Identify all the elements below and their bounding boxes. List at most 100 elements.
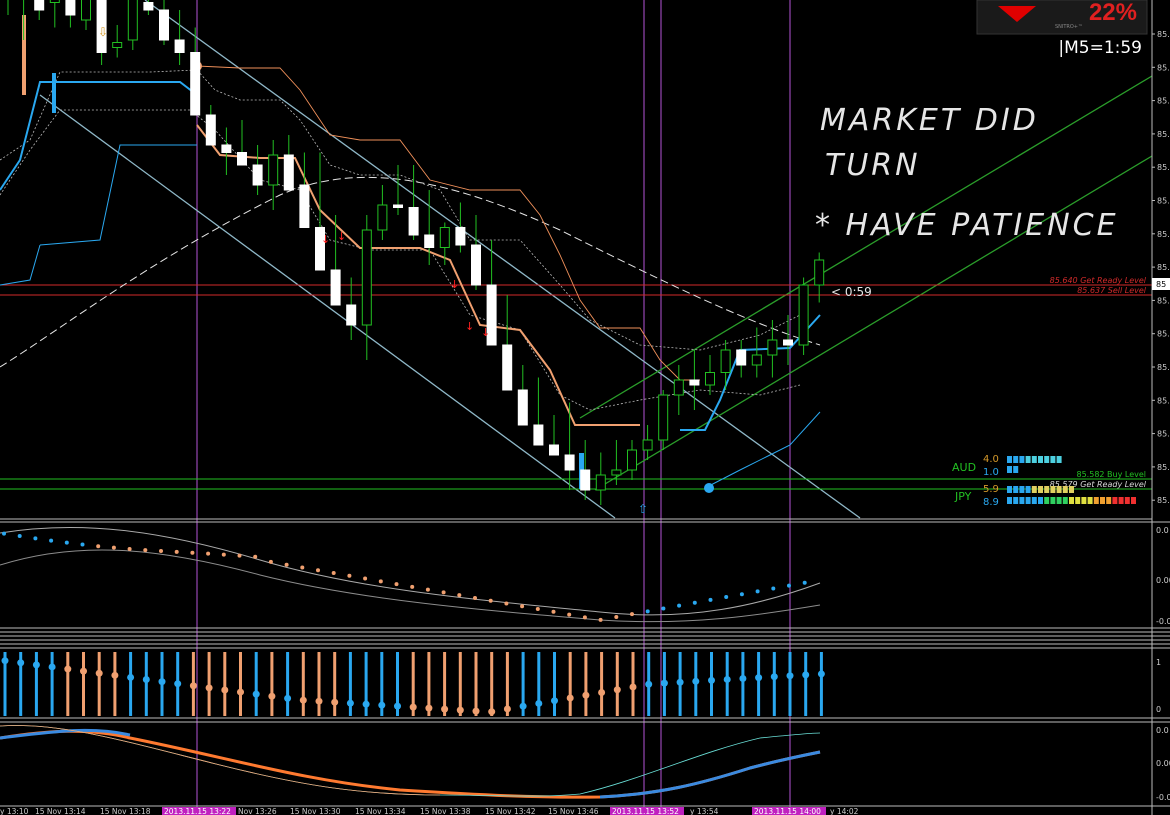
strength-cell (1038, 456, 1043, 463)
candle-body (689, 379, 700, 386)
histogram-dot (346, 699, 354, 707)
sell-arrow-icon: ↓ (450, 278, 459, 291)
histogram-dot (17, 659, 25, 667)
candle-body (720, 349, 731, 373)
oscillator-dot (2, 531, 6, 536)
candle-body (252, 164, 263, 186)
strength-cell (1044, 486, 1050, 493)
strength-cell (1056, 497, 1062, 504)
candle-body (517, 389, 528, 426)
histogram-dot (676, 678, 684, 686)
time-label: y 13:54 (690, 807, 719, 815)
oscillator-dot (64, 540, 69, 545)
candle-body (533, 424, 544, 446)
oscillator-dot (787, 583, 791, 588)
strength-cell (1031, 486, 1037, 493)
candle-body (49, 0, 60, 3)
oscillator-dot (159, 549, 163, 554)
histogram-dot (205, 684, 213, 692)
strength-cell (1075, 497, 1081, 504)
strength-value: 4.0 (983, 454, 999, 465)
candle-body (658, 394, 669, 441)
price-axis-label: 85. (1157, 30, 1170, 39)
oscillator-dot (677, 603, 682, 608)
candle-body (377, 204, 388, 231)
strength-cell (1062, 486, 1068, 493)
strength-cell (1069, 486, 1074, 493)
oscillator-dot (127, 546, 132, 551)
price-axis-label: 85. (1157, 363, 1170, 372)
candle-body (34, 0, 45, 11)
signal-badge: 22% SNITRO+™ (976, 0, 1148, 35)
price-axis-label: 85. (1157, 197, 1170, 206)
strength-cell (1013, 466, 1019, 473)
time-marker-label: 2013.11.15 14:00 (754, 807, 821, 815)
strength-cell (1044, 497, 1050, 504)
candle-body (159, 9, 169, 41)
strength-cell (1124, 497, 1130, 504)
oscillator-panel: 0.0 0.00 -0.0 (0, 526, 1170, 626)
candle-body (408, 207, 419, 236)
macd-line-blue-2 (599, 750, 821, 799)
candle-body (268, 154, 279, 186)
histogram-dot (284, 694, 292, 702)
strength-cell (1044, 456, 1050, 463)
candle-body (346, 304, 357, 326)
histogram-dot (472, 707, 480, 715)
histogram-dot (64, 665, 72, 673)
oscillator-dot (190, 550, 195, 555)
strength-cell (1019, 456, 1025, 463)
candle-body (627, 449, 637, 471)
strength-cell (1069, 497, 1074, 504)
histogram-dot (189, 682, 197, 690)
strength-cell (1100, 497, 1105, 504)
oscillator-dot (614, 615, 619, 620)
oscillator-dot (268, 559, 273, 564)
histogram-dot (723, 675, 731, 683)
trading-chart: ⇩ ⇧ ↓ ↓ ↓ ↓ ↓ 85.640 Get Ready Level 85.… (0, 0, 1170, 815)
oscillator-slow-line (0, 549, 821, 623)
sell-arrow-icon: ↓ (337, 230, 346, 243)
oscillator-dot (630, 612, 634, 617)
candle-body (439, 227, 450, 248)
time-label: 15 Nov 13:34 (355, 807, 406, 815)
oscillator-dot (724, 595, 729, 600)
histogram-dot (237, 688, 244, 696)
current-price-tag-text: 85 (1156, 280, 1166, 289)
strength-cell (1019, 486, 1025, 493)
osc-axis-label: 0.00 (1156, 576, 1170, 585)
oscillator-dot (96, 544, 101, 549)
oscillator-dot (206, 551, 211, 556)
candle-body (205, 114, 216, 146)
time-axis: y 13:10 15 Nov 13:14 15 Nov 13:18 2013.1… (0, 807, 859, 815)
macd-axis-label: 0.0 (1156, 726, 1169, 735)
time-label: 15 Nov 13:18 (100, 807, 151, 815)
histogram-dot (692, 677, 700, 685)
oscillator-dot (111, 545, 116, 550)
macd-signal-line-orange (0, 725, 441, 796)
strength-cell (1038, 497, 1043, 504)
candle-body (65, 0, 76, 16)
histogram-dot (535, 699, 543, 707)
strength-cell (1112, 497, 1118, 504)
histogram-dot (409, 703, 417, 711)
strength-cell (1093, 497, 1099, 504)
oscillator-dot (17, 534, 22, 539)
strength-cell (1025, 497, 1031, 504)
hist-axis-label: 0 (1156, 705, 1161, 714)
level-label: 85.582 Buy Level (1077, 470, 1147, 479)
time-label: 15 Nov 13:38 (420, 807, 471, 815)
oscillator-dot (174, 549, 179, 554)
candle-body (673, 379, 684, 396)
candle-body (190, 52, 201, 116)
oscillator-dot (394, 582, 399, 587)
oscillator-dot (755, 589, 760, 594)
time-marker-label: 2013.11.15 13:52 (612, 807, 679, 815)
oscillator-dot (363, 576, 368, 581)
price-axis-label: 85. (1157, 130, 1170, 139)
oscillator-dot (425, 587, 430, 592)
candle-body (736, 349, 747, 366)
histogram-dot (48, 663, 56, 671)
histogram-dot (221, 686, 229, 694)
macd-axis-label: 0.00 (1156, 759, 1170, 768)
